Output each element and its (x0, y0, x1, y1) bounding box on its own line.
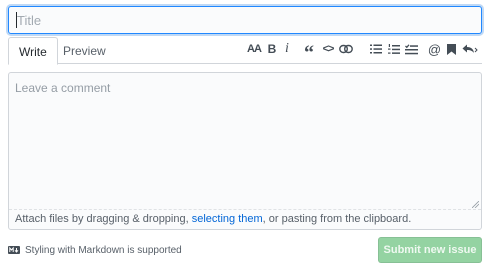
mention-icon[interactable]: @ (428, 39, 441, 59)
tab-write[interactable]: Write (8, 37, 58, 65)
comment-textarea[interactable] (9, 73, 481, 211)
saved-reply-icon[interactable] (444, 39, 458, 59)
resize-grip-icon[interactable] (472, 201, 479, 208)
title-input[interactable] (8, 6, 482, 34)
file-attach-bar[interactable]: Attach files by dragging & dropping, sel… (9, 209, 481, 229)
toolbar-text-group: AA B i (245, 37, 293, 61)
markdown-icon (8, 246, 20, 254)
attach-text-before: Attach files by dragging & dropping, (15, 213, 192, 225)
text-size-icon[interactable]: AA (245, 39, 263, 59)
toolbar-insert-group: “ <> (302, 37, 354, 64)
attach-text-after: , or pasting from the clipboard. (262, 213, 412, 225)
unordered-list-icon[interactable] (368, 39, 383, 59)
italic-icon[interactable]: i (281, 39, 293, 59)
select-files-link[interactable]: selecting them (192, 213, 263, 225)
code-icon[interactable]: <> (320, 39, 336, 59)
markdown-note-text: Styling with Markdown is supported (25, 244, 182, 256)
quote-icon[interactable]: “ (302, 39, 316, 64)
task-list-icon[interactable] (404, 39, 419, 59)
toolbar-misc-group: @ (428, 37, 479, 61)
ordered-list-icon[interactable] (386, 39, 401, 59)
toolbar-list-group (368, 37, 419, 61)
comment-box: Attach files by dragging & dropping, sel… (8, 72, 482, 230)
markdown-note[interactable]: Styling with Markdown is supported (8, 243, 182, 257)
link-icon[interactable] (338, 39, 354, 59)
submit-issue-button[interactable]: Submit new issue (378, 237, 482, 263)
text-caret (16, 12, 17, 28)
bold-icon[interactable]: B (265, 39, 279, 59)
reply-arrow-icon[interactable] (461, 39, 479, 59)
tab-preview[interactable]: Preview (53, 37, 116, 65)
